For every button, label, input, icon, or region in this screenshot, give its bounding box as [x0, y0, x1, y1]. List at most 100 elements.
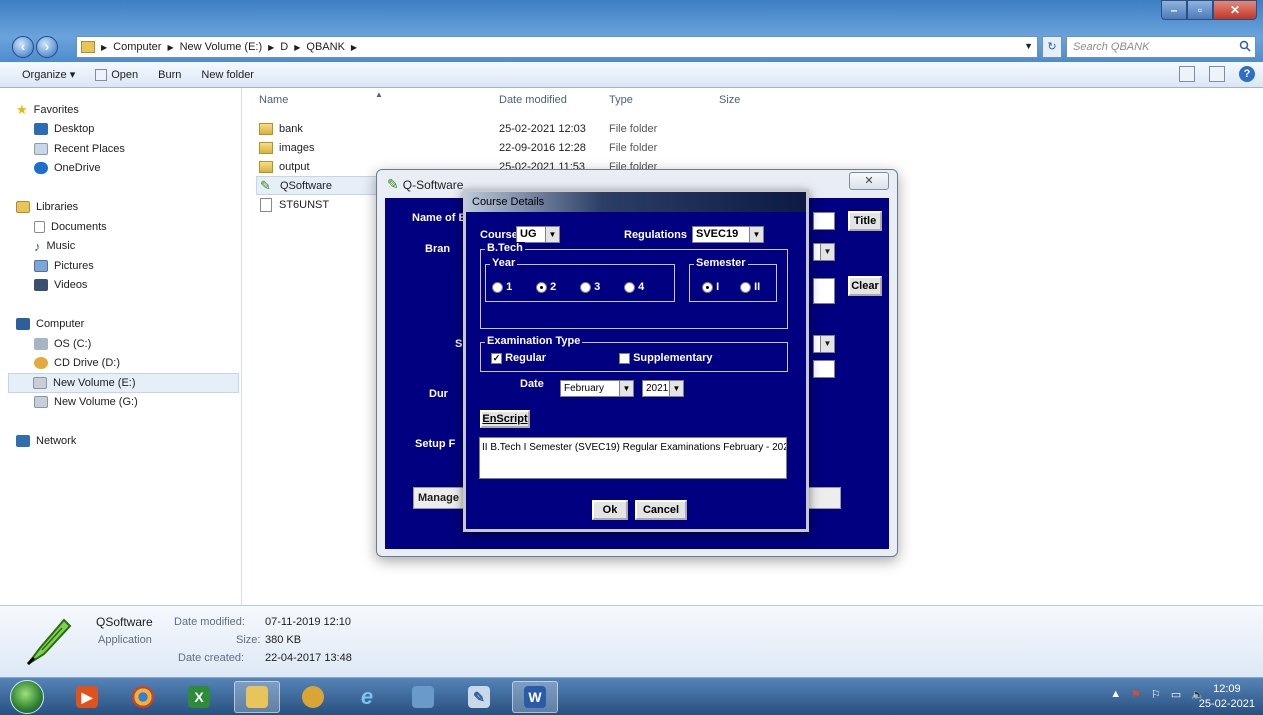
qsoftware-title: Q-Software	[402, 177, 464, 192]
column-header-type[interactable]: Type	[609, 94, 633, 106]
subject-field[interactable]	[813, 360, 835, 378]
list-item[interactable]: bank 25-02-2021 12:03 File folder	[243, 119, 657, 138]
sidebar-item-os-c[interactable]: OS (C:)	[0, 334, 241, 354]
clock[interactable]: 12:09 25-02-2021	[1199, 682, 1255, 712]
taskbar-app-explorer[interactable]	[234, 681, 280, 713]
taskbar-app-word[interactable]: W	[512, 681, 558, 713]
flag-icon[interactable]: ⚐	[1151, 688, 1161, 701]
taskbar-app-chrome[interactable]	[120, 681, 166, 713]
branch-select[interactable]: ▼	[813, 243, 835, 261]
breadcrumb-item[interactable]: D	[280, 41, 288, 53]
sidebar-item-videos[interactable]: Videos	[0, 276, 241, 296]
organize-button[interactable]: Organize ▾	[22, 68, 75, 81]
preview-pane-icon[interactable]	[1209, 66, 1225, 82]
taskbar-app-excel[interactable]: X	[176, 681, 222, 713]
sidebar-item-pictures[interactable]: Pictures	[0, 256, 241, 276]
sidebar-item-libraries[interactable]: Libraries	[0, 198, 241, 218]
cancel-button[interactable]: Cancel	[635, 500, 687, 520]
sidebar-item-onedrive[interactable]: OneDrive	[0, 159, 241, 179]
details-kind: Application	[98, 634, 152, 646]
help-icon[interactable]: ?	[1239, 66, 1255, 82]
breadcrumb-item[interactable]: New Volume (E:)	[180, 41, 263, 53]
column-header-name[interactable]: Name	[259, 94, 288, 106]
regulations-label: Regulations	[624, 229, 687, 241]
address-bar[interactable]: ▶ Computer ▶ New Volume (E:) ▶ D ▶ QBANK…	[76, 36, 1038, 58]
close-icon[interactable]: ✕	[849, 172, 889, 190]
sidebar-item-network[interactable]: Network	[0, 432, 241, 452]
sidebar-item-label: Music	[46, 240, 76, 253]
exam-name-field[interactable]	[813, 212, 835, 230]
sidebar-item-new-volume-g[interactable]: New Volume (G:)	[0, 393, 241, 413]
taskbar-app-ie[interactable]: e	[344, 681, 390, 713]
month-select[interactable]: February ▼	[560, 380, 634, 397]
sidebar-item-recent-places[interactable]: Recent Places	[0, 139, 241, 159]
course-output-text[interactable]: II B.Tech I Semester (SVEC19) Regular Ex…	[479, 437, 787, 479]
ok-button[interactable]: Ok	[592, 500, 628, 520]
regulations-select[interactable]: SVEC19 ▼	[692, 226, 764, 243]
minimize-button[interactable]: –	[1161, 0, 1187, 20]
chevron-up-icon[interactable]: ▲	[1110, 688, 1121, 701]
sidebar-item-desktop[interactable]: Desktop	[0, 120, 241, 140]
search-icon[interactable]	[1239, 40, 1251, 52]
supplementary-checkbox[interactable]: Supplementary	[619, 352, 713, 364]
refresh-icon[interactable]: ↻	[1042, 36, 1062, 58]
details-name: QSoftware	[96, 615, 153, 629]
new-folder-button[interactable]: New folder	[201, 69, 254, 81]
sidebar-item-new-volume-e[interactable]: New Volume (E:)	[8, 373, 239, 393]
year-option-4[interactable]: 4	[624, 281, 644, 293]
sidebar-item-label: Network	[36, 435, 77, 448]
chevron-down-icon[interactable]: ▼	[1024, 41, 1033, 51]
view-options-icon[interactable]	[1179, 66, 1195, 82]
manage-label[interactable]: Manage	[418, 492, 459, 504]
year-option-2[interactable]: 2	[536, 281, 556, 293]
folder-icon	[259, 122, 273, 135]
action-center-icon[interactable]: ⚑	[1131, 688, 1141, 701]
subject-select[interactable]: ▼	[813, 335, 835, 353]
back-arrow-icon[interactable]: ‹	[12, 36, 34, 58]
taskbar-app-media[interactable]: ▶	[64, 681, 110, 713]
maximize-button[interactable]: ▫	[1187, 0, 1213, 20]
close-button[interactable]: ✕	[1213, 0, 1257, 20]
year-option-3[interactable]: 3	[580, 281, 600, 293]
qsoftware-titlebar: ✎ Q-Software	[387, 176, 463, 193]
title-button[interactable]: Title	[848, 211, 882, 231]
taskbar-app-paint[interactable]: ✎	[456, 681, 502, 713]
details-created: 22-04-2017 13:48	[265, 652, 352, 664]
search-input[interactable]: Search QBANK	[1066, 36, 1256, 58]
sidebar-item-computer[interactable]: Computer	[0, 315, 241, 335]
enscript-button[interactable]: EnScript	[480, 410, 530, 428]
chevron-right-icon: ▶	[294, 42, 301, 52]
clock-date: 25-02-2021	[1198, 698, 1255, 710]
column-header-date[interactable]: Date modified	[499, 94, 567, 106]
navigation-pane: ★ Favorites Desktop Recent Places OneDri…	[0, 88, 242, 605]
clear-button[interactable]: Clear	[848, 276, 882, 296]
semester-option-1[interactable]: I	[702, 281, 719, 293]
folder-icon	[246, 686, 268, 708]
branch-detail-field[interactable]	[813, 278, 835, 304]
list-item[interactable]: ✎ QSoftware	[256, 176, 388, 195]
sidebar-item-label: Computer	[36, 318, 85, 331]
column-header-size[interactable]: Size	[719, 94, 740, 106]
list-item[interactable]: images 22-09-2016 12:28 File folder	[243, 138, 657, 157]
sidebar-item-music[interactable]: ♪ Music	[0, 237, 241, 257]
sidebar-item-favorites[interactable]: ★ Favorites	[0, 100, 241, 120]
forward-arrow-icon[interactable]: ›	[36, 36, 58, 58]
sidebar-item-label: Favorites	[33, 103, 79, 116]
cd-drive-icon	[34, 357, 48, 370]
sidebar-item-documents[interactable]: Documents	[0, 217, 241, 237]
taskbar-app-photos[interactable]	[400, 681, 446, 713]
taskbar-app-installer[interactable]	[290, 681, 336, 713]
year-option-1[interactable]: 1	[492, 281, 512, 293]
start-button[interactable]	[10, 680, 44, 714]
semester-option-2[interactable]: II	[740, 281, 760, 293]
network-icon[interactable]: ▭	[1171, 688, 1181, 701]
sidebar-item-cd-drive[interactable]: CD Drive (D:)	[0, 354, 241, 374]
year-select[interactable]: 2021 ▼	[642, 380, 684, 397]
open-button[interactable]: Open	[95, 68, 138, 81]
breadcrumb-item[interactable]: QBANK	[306, 41, 345, 53]
year-option-label: 4	[638, 281, 645, 293]
regular-checkbox[interactable]: ✓ Regular	[491, 352, 546, 364]
course-select[interactable]: UG ▼	[516, 226, 560, 243]
burn-button[interactable]: Burn	[158, 69, 181, 81]
breadcrumb-item[interactable]: Computer	[113, 41, 161, 53]
